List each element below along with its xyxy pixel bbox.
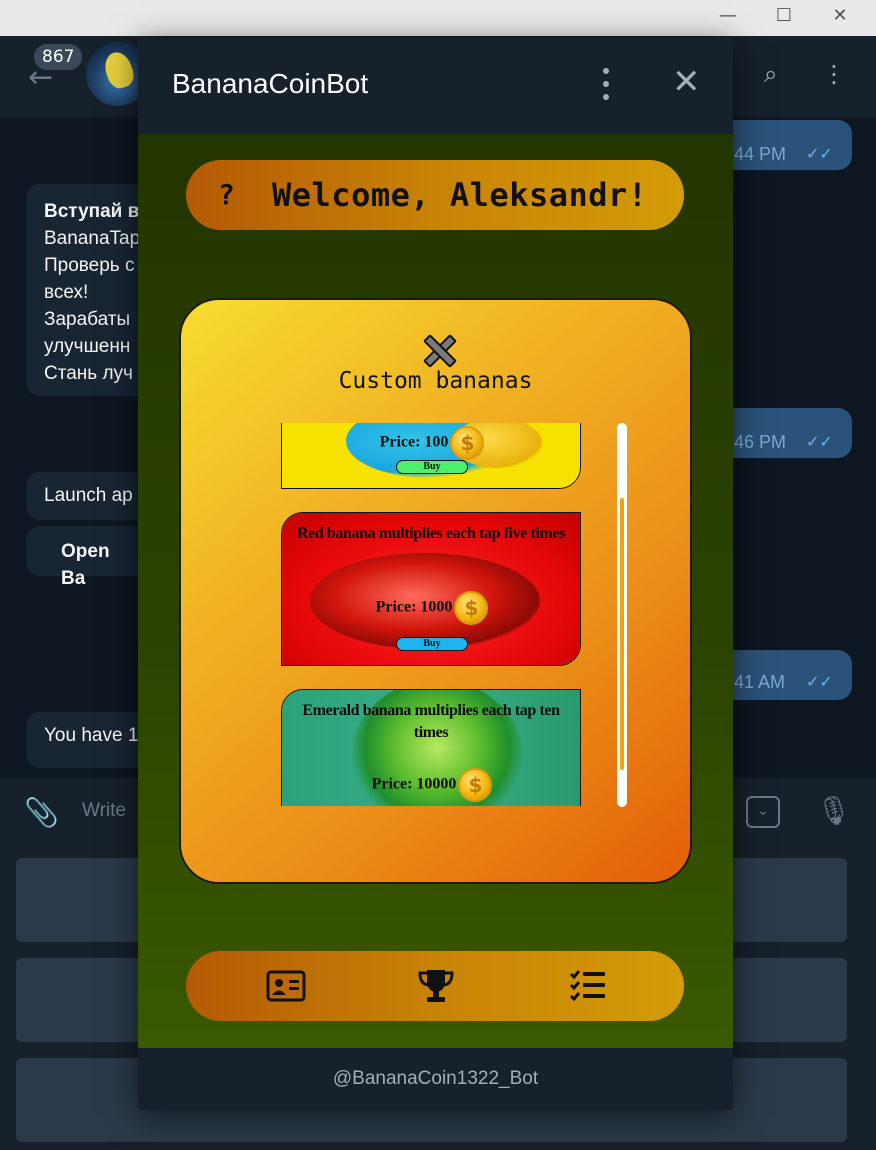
maximize-button[interactable]: ☐ [766, 4, 802, 28]
trophy-icon[interactable] [416, 967, 456, 1005]
banana-list[interactable]: Price: 100 $ Buy Red banana multiplies ea… [281, 423, 583, 806]
message-line: Стань луч [44, 363, 133, 384]
chat-menu-icon[interactable]: ⋮ [822, 60, 846, 88]
banana-card-emerald: Emerald banana multiplies each tap ten t… [281, 689, 581, 806]
read-ticks-icon: ✓✓ [806, 432, 833, 451]
mini-app-menu-icon[interactable] [594, 66, 618, 102]
list-scrollbar[interactable] [617, 423, 627, 807]
window-close-button[interactable]: ✕ [822, 4, 858, 28]
mini-app-title: BananaCoinBot [172, 68, 369, 99]
attach-icon[interactable]: 📎 [24, 796, 59, 829]
launch-app-text: Launch ap [44, 485, 133, 506]
window-titlebar: — ☐ ✕ [0, 0, 876, 36]
mini-app-body: ? Welcome, Aleksandr! Custom bananas Pri… [138, 134, 733, 1048]
mini-app-close-icon[interactable]: ✕ [672, 62, 701, 102]
bot-username: @BananaCoin1322_Bot [138, 1048, 733, 1110]
message-line: всех! [44, 282, 89, 303]
banana-avatar-icon [101, 48, 137, 92]
balance-text: You have 1 [44, 725, 139, 746]
message-time: 46 PM [734, 432, 787, 452]
message-line: улучшенн [44, 336, 131, 357]
message-time: 44 PM [734, 144, 787, 164]
scrollbar-thumb[interactable] [620, 498, 624, 770]
card-title: Emerald banana multiplies each tap ten t… [302, 702, 560, 741]
coin-icon: $ [454, 591, 489, 625]
message-input[interactable]: Write [82, 800, 126, 822]
message-line: Зарабаты [44, 309, 131, 330]
message-line: Проверь с [44, 255, 135, 276]
message-time: 41 AM [734, 672, 786, 692]
bottom-nav [186, 951, 684, 1021]
coin-icon: $ [458, 768, 493, 802]
welcome-banner: ? Welcome, Aleksandr! [186, 160, 684, 230]
minimize-button[interactable]: — [710, 4, 746, 28]
price-label: Price: 1000 $ [282, 591, 580, 625]
message-line: BananaTap [44, 228, 141, 249]
read-ticks-icon: ✓✓ [806, 144, 833, 163]
bot-keyboard-icon[interactable]: ⌄ [746, 796, 780, 828]
buy-button[interactable]: Buy [396, 637, 468, 651]
card-title: Red banana multiplies each tap five time… [296, 525, 566, 542]
checklist-icon[interactable] [568, 967, 608, 1005]
open-app-label: Open Ba [61, 541, 110, 589]
modal-close-icon[interactable] [421, 332, 455, 366]
custom-bananas-modal: Custom bananas Price: 100 $ Buy Red banan… [179, 298, 692, 884]
modal-title: Custom bananas [338, 368, 533, 394]
banana-card-yellow: Price: 100 $ Buy [281, 423, 581, 489]
welcome-text: Welcome, Aleksandr! [272, 176, 648, 214]
microphone-icon[interactable]: 🎙 [816, 794, 852, 827]
mini-app-header: BananaCoinBot ✕ [138, 38, 733, 134]
read-ticks-icon: ✓✓ [806, 672, 833, 691]
profile-card-icon[interactable] [266, 967, 306, 1005]
search-icon[interactable]: ⌕ [764, 60, 777, 88]
price-label: Price: 10000 $ [282, 768, 580, 802]
mini-app-window: BananaCoinBot ✕ ? Welcome, Aleksandr! Cu… [138, 38, 733, 1110]
price-label: Price: 100 $ [282, 426, 580, 460]
help-icon[interactable]: ? [218, 178, 235, 211]
unread-count-badge: 867 [34, 44, 83, 70]
buy-button[interactable]: Buy [396, 460, 468, 474]
coin-icon: $ [450, 426, 485, 460]
banana-card-red: Red banana multiplies each tap five time… [281, 512, 581, 666]
message-line: Вступай в [44, 201, 140, 222]
